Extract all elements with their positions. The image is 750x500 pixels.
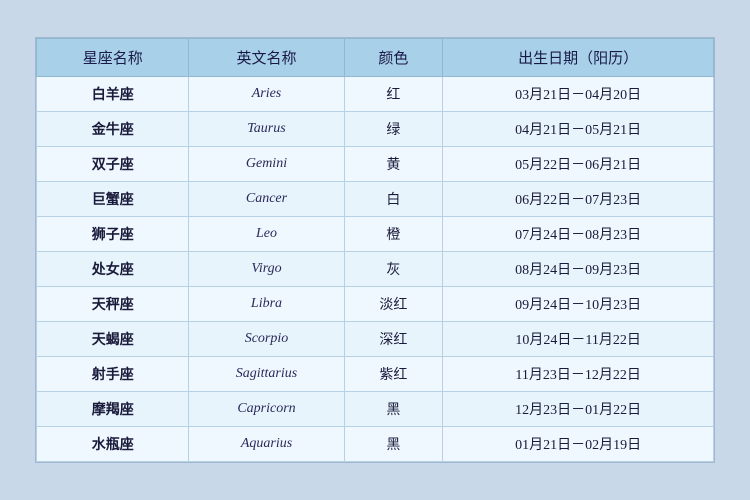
cell-chinese-name: 双子座 <box>37 147 189 182</box>
cell-dates: 06月22日－07月23日 <box>443 182 714 217</box>
cell-chinese-name: 处女座 <box>37 252 189 287</box>
cell-color: 灰 <box>344 252 443 287</box>
table-row: 白羊座Aries红03月21日－04月20日 <box>37 77 714 112</box>
cell-english-name: Scorpio <box>189 322 344 357</box>
cell-dates: 07月24日－08月23日 <box>443 217 714 252</box>
table-row: 金牛座Taurus绿04月21日－05月21日 <box>37 112 714 147</box>
zodiac-table-container: 星座名称 英文名称 颜色 出生日期（阳历） 白羊座Aries红03月21日－04… <box>35 37 715 463</box>
cell-chinese-name: 摩羯座 <box>37 392 189 427</box>
cell-color: 黑 <box>344 427 443 462</box>
cell-chinese-name: 金牛座 <box>37 112 189 147</box>
cell-chinese-name: 巨蟹座 <box>37 182 189 217</box>
table-row: 狮子座Leo橙07月24日－08月23日 <box>37 217 714 252</box>
zodiac-table: 星座名称 英文名称 颜色 出生日期（阳历） 白羊座Aries红03月21日－04… <box>36 38 714 462</box>
cell-dates: 01月21日－02月19日 <box>443 427 714 462</box>
cell-english-name: Libra <box>189 287 344 322</box>
cell-dates: 08月24日－09月23日 <box>443 252 714 287</box>
cell-color: 黑 <box>344 392 443 427</box>
cell-color: 紫红 <box>344 357 443 392</box>
table-row: 天蝎座Scorpio深红10月24日－11月22日 <box>37 322 714 357</box>
cell-color: 绿 <box>344 112 443 147</box>
cell-english-name: Taurus <box>189 112 344 147</box>
header-color: 颜色 <box>344 39 443 77</box>
table-header-row: 星座名称 英文名称 颜色 出生日期（阳历） <box>37 39 714 77</box>
cell-color: 淡红 <box>344 287 443 322</box>
cell-english-name: Leo <box>189 217 344 252</box>
table-row: 水瓶座Aquarius黑01月21日－02月19日 <box>37 427 714 462</box>
cell-dates: 04月21日－05月21日 <box>443 112 714 147</box>
table-row: 摩羯座Capricorn黑12月23日－01月22日 <box>37 392 714 427</box>
table-row: 射手座Sagittarius紫红11月23日－12月22日 <box>37 357 714 392</box>
table-row: 巨蟹座Cancer白06月22日－07月23日 <box>37 182 714 217</box>
header-english-name: 英文名称 <box>189 39 344 77</box>
cell-english-name: Gemini <box>189 147 344 182</box>
cell-english-name: Capricorn <box>189 392 344 427</box>
cell-color: 红 <box>344 77 443 112</box>
cell-english-name: Aries <box>189 77 344 112</box>
cell-dates: 03月21日－04月20日 <box>443 77 714 112</box>
table-body: 白羊座Aries红03月21日－04月20日金牛座Taurus绿04月21日－0… <box>37 77 714 462</box>
cell-english-name: Aquarius <box>189 427 344 462</box>
cell-color: 白 <box>344 182 443 217</box>
cell-english-name: Virgo <box>189 252 344 287</box>
table-row: 双子座Gemini黄05月22日－06月21日 <box>37 147 714 182</box>
cell-chinese-name: 射手座 <box>37 357 189 392</box>
cell-chinese-name: 天秤座 <box>37 287 189 322</box>
table-row: 天秤座Libra淡红09月24日－10月23日 <box>37 287 714 322</box>
cell-english-name: Cancer <box>189 182 344 217</box>
cell-dates: 05月22日－06月21日 <box>443 147 714 182</box>
header-birth-date: 出生日期（阳历） <box>443 39 714 77</box>
cell-english-name: Sagittarius <box>189 357 344 392</box>
cell-dates: 11月23日－12月22日 <box>443 357 714 392</box>
cell-chinese-name: 白羊座 <box>37 77 189 112</box>
cell-chinese-name: 天蝎座 <box>37 322 189 357</box>
cell-dates: 12月23日－01月22日 <box>443 392 714 427</box>
cell-color: 橙 <box>344 217 443 252</box>
cell-chinese-name: 狮子座 <box>37 217 189 252</box>
cell-dates: 09月24日－10月23日 <box>443 287 714 322</box>
cell-color: 黄 <box>344 147 443 182</box>
table-row: 处女座Virgo灰08月24日－09月23日 <box>37 252 714 287</box>
header-chinese-name: 星座名称 <box>37 39 189 77</box>
cell-chinese-name: 水瓶座 <box>37 427 189 462</box>
cell-dates: 10月24日－11月22日 <box>443 322 714 357</box>
cell-color: 深红 <box>344 322 443 357</box>
